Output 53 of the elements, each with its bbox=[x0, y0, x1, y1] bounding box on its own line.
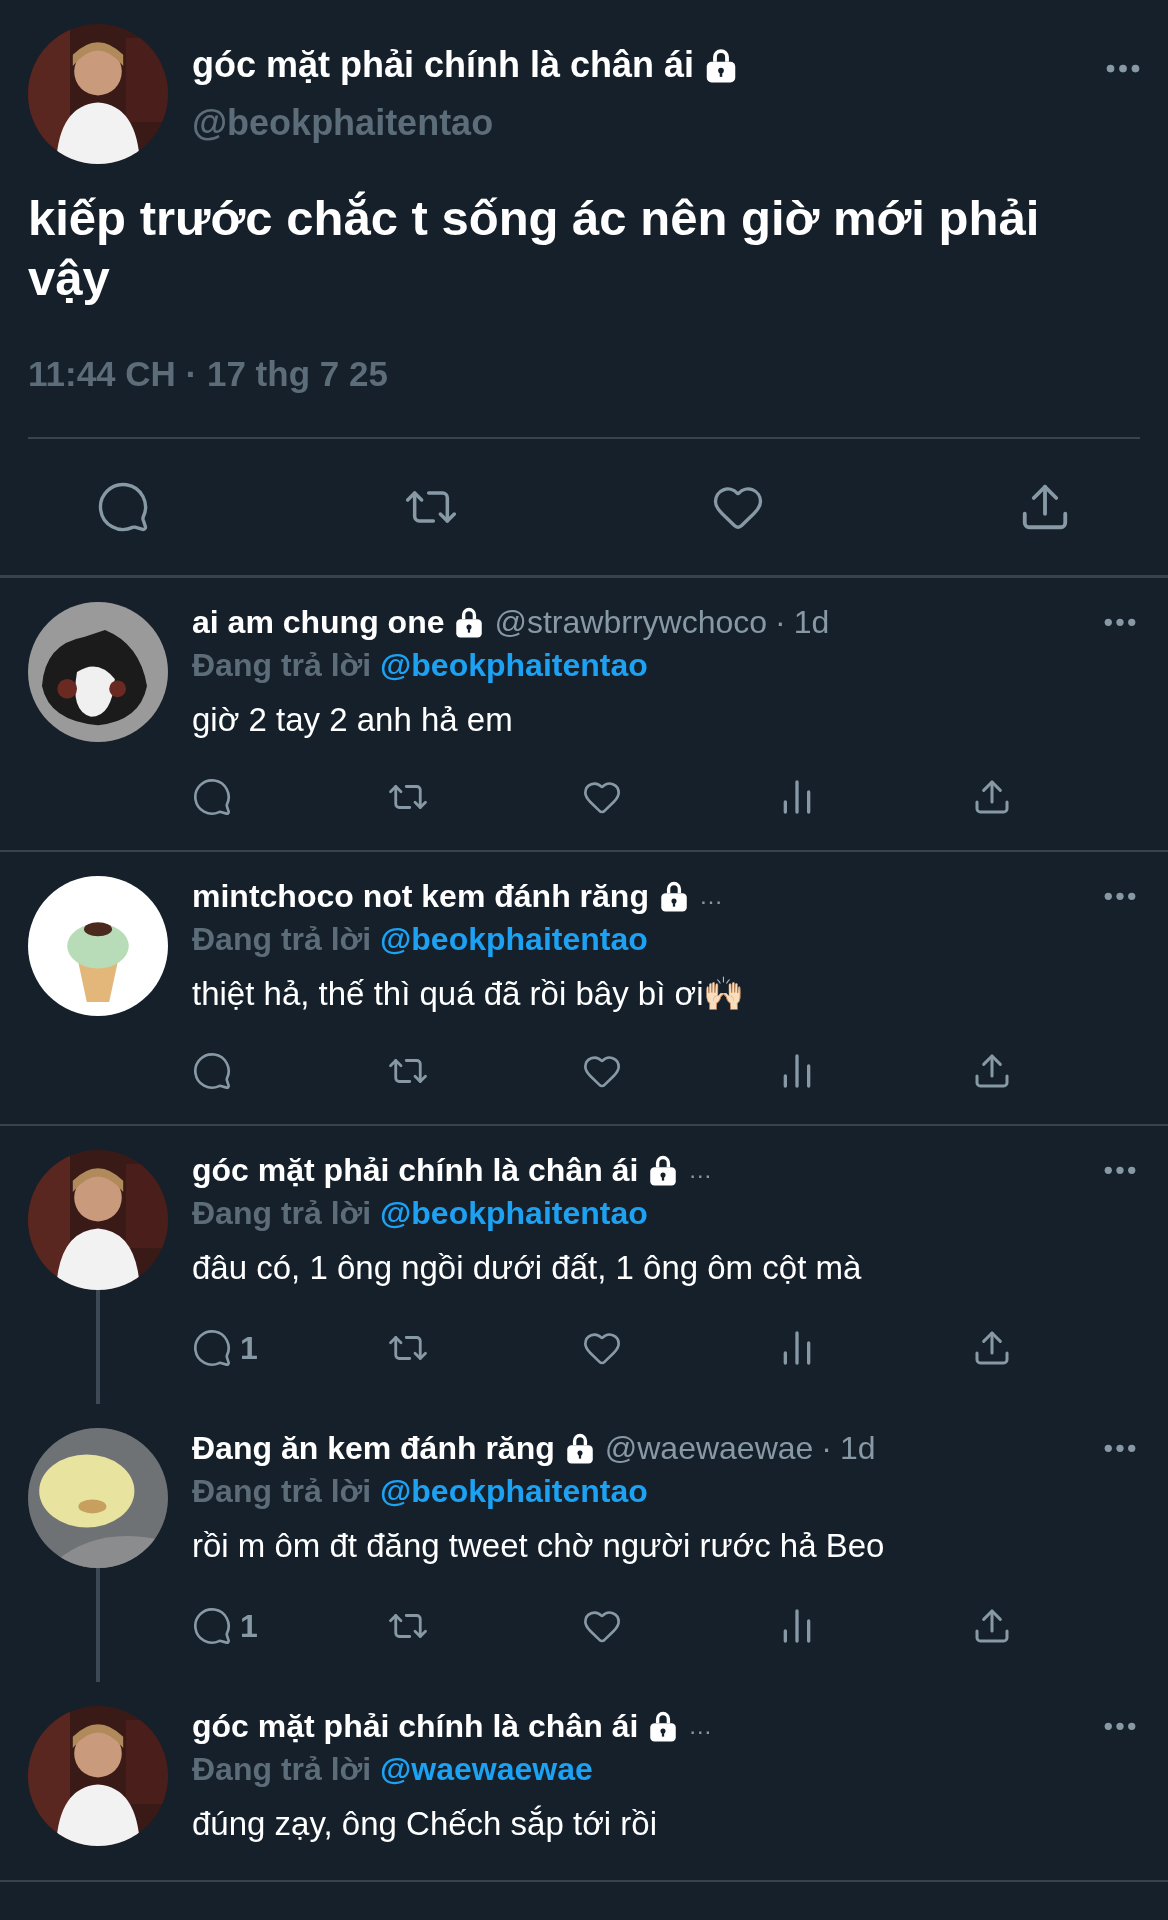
tweet-text: kiếp trước chắc t sống ác nên giờ mới phải vậy bbox=[28, 190, 1041, 307]
mention-link[interactable]: @waewaewae bbox=[380, 1750, 593, 1787]
display-name[interactable]: ai am chung one bbox=[192, 601, 445, 642]
mention-link[interactable]: @beokphaitentao bbox=[380, 646, 648, 683]
more-button[interactable] bbox=[1104, 1165, 1136, 1175]
user-handle: @beokphaitentao bbox=[192, 101, 495, 145]
reply-text: đâu có, 1 ông ngồi dưới đất, 1 ông ôm cột mà bbox=[192, 1247, 863, 1288]
separator-dot: · bbox=[821, 1428, 832, 1468]
display-name[interactable]: góc mặt phải chính là chân ái bbox=[192, 38, 695, 92]
replying-to-line: Đang trả lời @beokphaitentao bbox=[192, 1471, 649, 1511]
replying-to-line: Đang trả lời @waewaewae bbox=[192, 1749, 594, 1789]
more-button[interactable] bbox=[1104, 891, 1136, 901]
reply-button[interactable]: 1 bbox=[192, 1601, 387, 1650]
display-name[interactable]: mintchoco not kem đánh răng bbox=[192, 875, 649, 916]
tweet-timestamp: 11:44 CH · 17 thg 7 25 bbox=[28, 353, 389, 395]
reply-text: rồi m ôm đt đăng tweet chờ người rước hả Beo bbox=[192, 1525, 886, 1566]
reply-button[interactable]: 1 bbox=[192, 1323, 387, 1372]
truncation-ellipsis: … bbox=[688, 1154, 713, 1185]
more-icon bbox=[1106, 64, 1140, 74]
reply-text: giờ 2 tay 2 anh hả em bbox=[192, 699, 514, 740]
reply-count: 1 bbox=[240, 1606, 258, 1646]
separator-dot: · bbox=[775, 602, 786, 642]
mention-link[interactable]: @beokphaitentao bbox=[380, 1472, 648, 1509]
more-button[interactable] bbox=[1104, 617, 1136, 627]
truncation-ellipsis: … bbox=[688, 1710, 713, 1741]
user-handle: @strawbrrywchoco bbox=[494, 602, 768, 642]
more-button[interactable] bbox=[1104, 1721, 1136, 1731]
display-name[interactable]: Đang ăn kem đánh răng bbox=[192, 1427, 555, 1468]
display-name[interactable]: góc mặt phải chính là chân ái bbox=[192, 1705, 639, 1746]
reply-icon bbox=[192, 1050, 232, 1091]
reply-icon bbox=[192, 1605, 232, 1646]
more-button[interactable] bbox=[1106, 64, 1140, 74]
post-time: 1d bbox=[840, 1428, 876, 1468]
reply-icon bbox=[192, 776, 232, 817]
reply-count: 1 bbox=[240, 1328, 258, 1368]
more-icon bbox=[1104, 1165, 1136, 1175]
display-name[interactable]: góc mặt phải chính là chân ái bbox=[192, 1149, 639, 1190]
more-button[interactable] bbox=[1104, 1443, 1136, 1453]
replying-to-line: Đang trả lời @beokphaitentao bbox=[192, 919, 649, 959]
truncation-ellipsis: … bbox=[698, 880, 723, 911]
reply-icon bbox=[192, 1327, 232, 1368]
more-icon bbox=[1104, 1721, 1136, 1731]
more-icon bbox=[1104, 891, 1136, 901]
more-icon bbox=[1104, 617, 1136, 627]
reply-text: thiệt hả, thế thì quá đã rồi bây bì ơi🙌🏻 bbox=[192, 973, 746, 1014]
replying-to-line: Đang trả lời @beokphaitentao bbox=[192, 1193, 649, 1233]
user-handle: @waewaewae bbox=[604, 1428, 814, 1468]
post-time: 1d bbox=[793, 602, 830, 642]
reply-text: đúng zạy, ông Chếch sắp tới rồi bbox=[192, 1803, 658, 1844]
mention-link[interactable]: @beokphaitentao bbox=[380, 1194, 648, 1231]
replying-to-line: Đang trả lời @beokphaitentao bbox=[192, 645, 649, 685]
mention-link[interactable]: @beokphaitentao bbox=[380, 920, 648, 957]
more-icon bbox=[1104, 1443, 1136, 1453]
